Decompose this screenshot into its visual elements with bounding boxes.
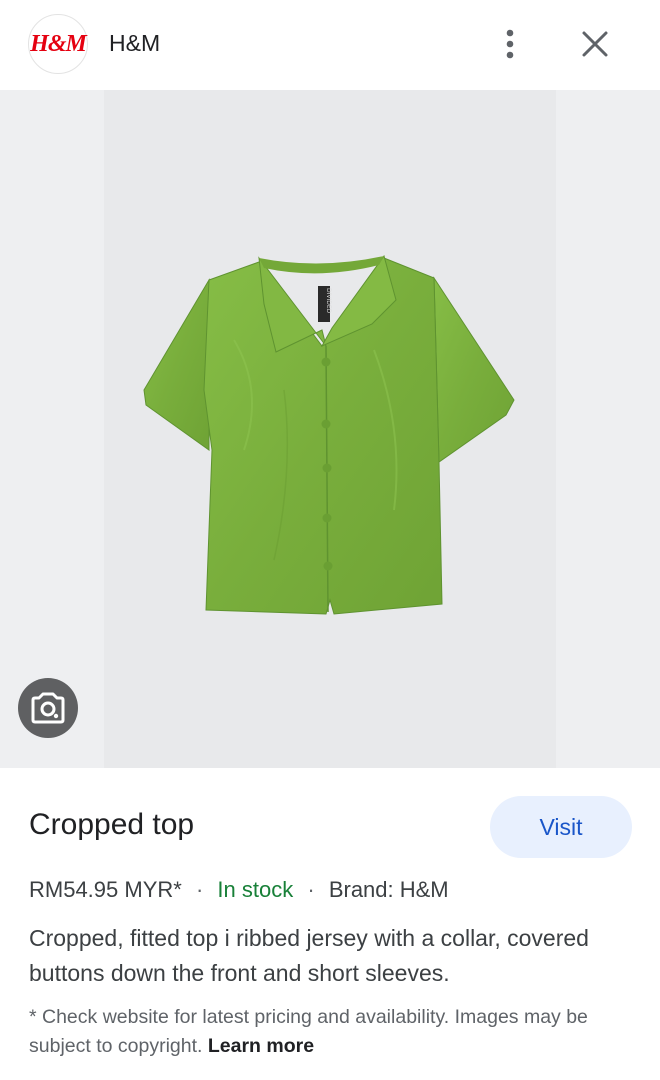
close-button[interactable] [574,24,616,64]
product-title: Cropped top [29,808,195,841]
product-price: RM54.95 MYR* [29,877,182,902]
separator-dot: · [307,877,315,902]
more-vert-icon [506,29,514,59]
visit-button[interactable]: Visit [490,796,632,858]
header: H&M H&M [0,0,660,90]
product-meta-row: RM54.95 MYR* · In stock · Brand: H&M [29,877,449,903]
neck-label-text: DIVIDED [325,288,332,314]
product-description: Cropped, fitted top i ribbed jersey with… [29,925,589,986]
google-lens-icon [31,692,65,724]
cropped-top-illustration: DIVIDED [143,254,515,615]
separator-dot: · [195,877,204,902]
close-icon [582,31,608,57]
brand-name[interactable]: H&M [109,30,160,57]
disclaimer: * Check website for latest pricing and a… [29,1003,629,1061]
brand-logo[interactable]: H&M [28,14,88,74]
more-options-button[interactable] [494,24,526,64]
learn-more-link[interactable]: Learn more [208,1035,314,1057]
stock-status: In stock [217,877,294,902]
product-image[interactable]: DIVIDED [104,90,556,768]
brand-logo-text: H&M [30,30,87,57]
product-brand: Brand: H&M [328,877,449,902]
lens-search-button[interactable] [18,678,78,738]
image-viewer: DIVIDED [0,90,660,768]
